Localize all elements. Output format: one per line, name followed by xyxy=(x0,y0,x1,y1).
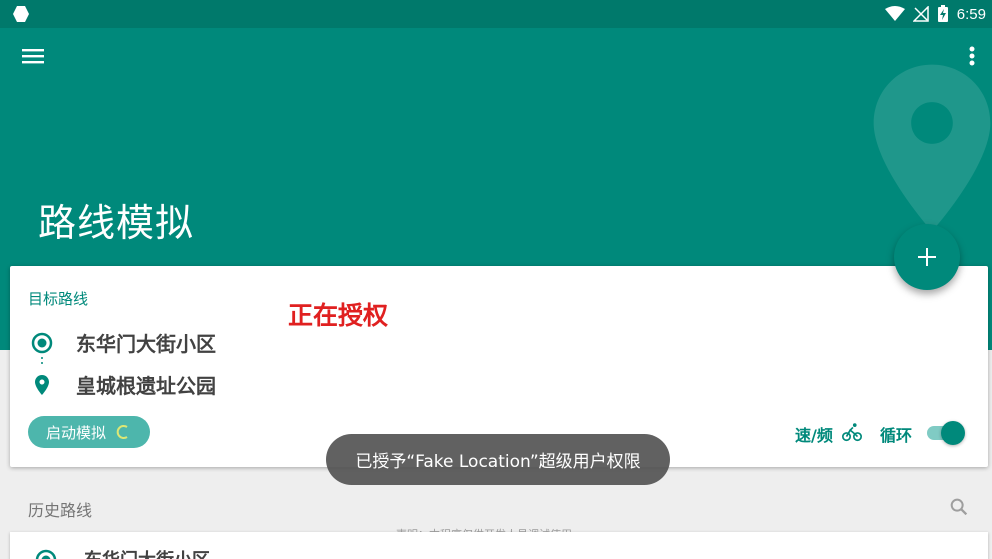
history-route-name: 东华门大街小区 xyxy=(84,546,210,559)
route-start-row[interactable]: 东华门大街小区 xyxy=(30,328,216,357)
start-point-icon xyxy=(35,549,57,559)
status-bar: 6:59 xyxy=(0,0,992,28)
add-route-button[interactable] xyxy=(894,224,960,290)
status-time: 6:59 xyxy=(956,5,986,23)
route-end-name: 皇城根遗址公园 xyxy=(76,374,216,398)
page-title: 路线模拟 xyxy=(38,201,195,245)
start-simulation-button[interactable]: 启动模拟 xyxy=(28,416,150,448)
location-pin-watermark-icon xyxy=(873,64,991,232)
route-start-name: 东华门大街小区 xyxy=(76,332,216,356)
loop-toggle[interactable] xyxy=(925,421,965,445)
history-route-item[interactable]: 东华门大街小区 xyxy=(10,532,988,559)
more-options-icon[interactable] xyxy=(964,42,980,70)
bicycle-icon[interactable] xyxy=(841,421,863,443)
plus-icon xyxy=(918,248,936,266)
toast-message: 已授予“Fake Location”超级用户权限 xyxy=(326,434,670,485)
loading-spinner-icon xyxy=(116,425,128,439)
location-pin-icon xyxy=(35,374,49,395)
start-point-icon xyxy=(31,332,53,353)
app-notification-icon xyxy=(13,6,29,22)
route-connector xyxy=(41,357,43,364)
menu-icon[interactable] xyxy=(18,42,48,70)
search-icon[interactable] xyxy=(948,496,970,518)
speed-frequency-button[interactable]: 速/频 xyxy=(795,422,833,446)
start-simulation-label: 启动模拟 xyxy=(46,423,107,442)
wifi-icon xyxy=(884,6,905,21)
target-route-label: 目标路线 xyxy=(28,290,89,308)
loop-label: 循环 xyxy=(880,426,913,445)
history-routes-label: 历史路线 xyxy=(28,501,93,520)
route-end-row[interactable]: 皇城根遗址公园 xyxy=(30,370,216,399)
status-icons: 6:59 xyxy=(884,4,986,24)
loop-toggle-thumb xyxy=(941,421,965,445)
battery-charging-icon xyxy=(937,5,948,22)
authorizing-status: 正在授权 xyxy=(288,301,389,330)
no-signal-icon xyxy=(912,6,929,22)
